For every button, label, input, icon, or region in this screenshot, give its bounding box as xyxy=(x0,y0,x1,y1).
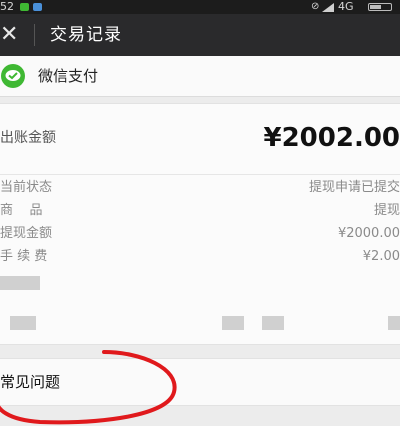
detail-key: 商 品 xyxy=(0,203,43,218)
red-circle-annotation xyxy=(0,350,177,425)
payment-provider-name: 微信支付 xyxy=(38,67,99,85)
detail-key: 手 续 费 xyxy=(0,249,48,264)
navigation-bar: ✕ 交易记录 xyxy=(0,14,400,56)
detail-value: ¥2000.00 xyxy=(337,226,400,241)
wechat-notification-icon xyxy=(20,3,29,11)
detail-key: 当前状态 xyxy=(0,180,53,195)
detail-value: 提现 xyxy=(373,203,400,218)
redacted-block xyxy=(0,276,40,290)
amount-value: ¥2002.00 xyxy=(263,123,400,153)
mute-icon: ⊘ xyxy=(311,1,320,12)
detail-key: 提现金额 xyxy=(0,226,53,241)
payment-provider-header: 微信支付 xyxy=(0,56,400,97)
battery-level xyxy=(370,5,381,9)
transaction-detail-card: 出账金额 ¥2002.00 当前状态 提现申请已提交 商 品 提现 提现金额 ¥… xyxy=(0,103,400,345)
nav-divider xyxy=(34,24,35,46)
network-type: 4G xyxy=(338,0,354,13)
detail-value: 提现申请已提交 xyxy=(308,180,400,195)
signal-icon xyxy=(322,3,334,12)
redacted-block xyxy=(10,316,36,330)
status-bar: 52 ⊘ 4G xyxy=(0,0,400,14)
redacted-block xyxy=(388,316,400,330)
message-notification-icon xyxy=(33,3,42,11)
page-title: 交易记录 xyxy=(50,25,122,45)
detail-row-fee: 手 续 费 ¥2.00 xyxy=(0,246,400,268)
status-time: 52 xyxy=(0,0,14,13)
amount-row: 出账金额 ¥2002.00 xyxy=(0,104,400,175)
redacted-block xyxy=(262,316,284,330)
close-icon[interactable]: ✕ xyxy=(0,14,22,56)
detail-row-status: 当前状态 提现申请已提交 xyxy=(0,177,400,199)
wechat-pay-icon xyxy=(1,64,25,88)
detail-value: ¥2.00 xyxy=(362,249,400,264)
battery-icon xyxy=(368,3,392,11)
detail-row-product: 商 品 提现 xyxy=(0,200,400,222)
redacted-block xyxy=(222,316,244,330)
amount-label: 出账金额 xyxy=(0,130,56,146)
detail-row-withdraw-amount: 提现金额 ¥2000.00 xyxy=(0,223,400,245)
